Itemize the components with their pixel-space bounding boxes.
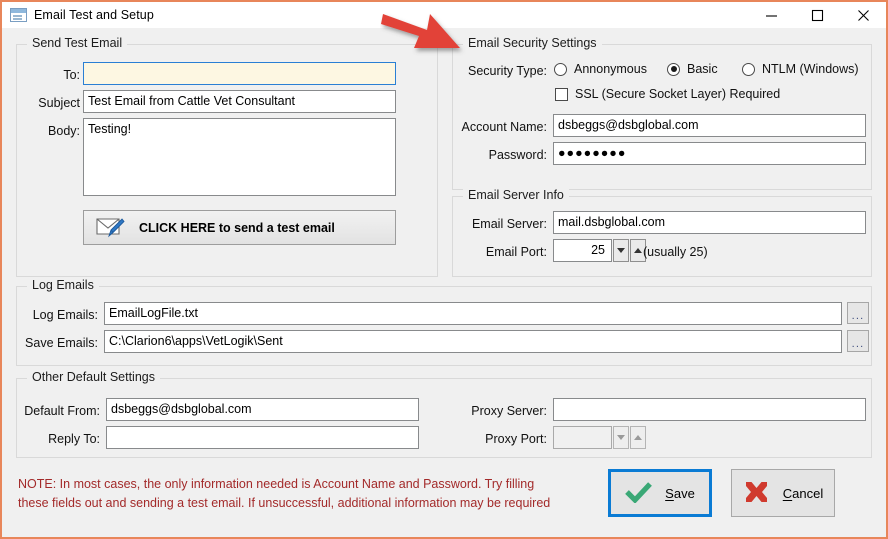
subject-label: Subject xyxy=(38,96,80,110)
proxy-port-input[interactable] xyxy=(553,426,612,449)
radio-ntlm-label: NTLM (Windows) xyxy=(762,62,859,76)
chevron-up-icon xyxy=(634,435,642,440)
maximize-icon[interactable] xyxy=(794,2,840,28)
proxy-port-dropdown-button[interactable] xyxy=(613,426,629,449)
group-title-email-security: Email Security Settings xyxy=(463,36,602,50)
cancel-label-rest: ancel xyxy=(792,485,824,501)
email-setup-window: Email Test and Setup Send Test Email To:… xyxy=(0,0,888,539)
account-name-label: Account Name: xyxy=(461,120,547,134)
log-emails-input[interactable]: EmailLogFile.txt xyxy=(104,302,842,325)
window-app-icon xyxy=(10,8,27,22)
body-label: Body: xyxy=(48,124,80,138)
log-emails-browse-button[interactable]: ... xyxy=(847,302,869,324)
send-test-email-button[interactable]: CLICK HERE to send a test email xyxy=(83,210,396,245)
envelope-pen-icon xyxy=(95,214,125,241)
log-emails-label: Log Emails: xyxy=(32,308,98,322)
window-title: Email Test and Setup xyxy=(34,8,154,22)
email-port-spinner[interactable]: 25 xyxy=(553,239,646,262)
red-x-icon xyxy=(743,480,770,507)
to-label: To: xyxy=(63,68,80,82)
cancel-button-label: Cancel xyxy=(783,486,823,501)
red-annotation-arrow xyxy=(380,6,470,58)
checkbox-ssl-label: SSL (Secure Socket Layer) Required xyxy=(575,87,781,101)
checkbox-ssl-box[interactable] xyxy=(555,87,568,101)
radio-anonymous-circle[interactable] xyxy=(554,62,567,76)
password-label: Password: xyxy=(488,148,547,162)
close-icon[interactable] xyxy=(840,2,886,28)
email-server-label: Email Server: xyxy=(471,217,547,231)
email-port-hint: (usually 25) xyxy=(643,245,708,259)
save-button[interactable]: Save xyxy=(608,469,712,517)
save-accesskey: S xyxy=(665,485,674,501)
save-emails-input[interactable]: C:\Clarion6\apps\VetLogik\Sent xyxy=(104,330,842,353)
email-port-dropdown-button[interactable] xyxy=(613,239,629,262)
log-emails-browse-label: ... xyxy=(851,310,865,322)
chevron-down-icon xyxy=(617,248,625,253)
email-port-input[interactable]: 25 xyxy=(553,239,612,262)
save-label-rest: ave xyxy=(673,485,695,501)
cancel-button[interactable]: Cancel xyxy=(731,469,835,517)
body-textarea[interactable]: Testing! xyxy=(83,118,396,196)
proxy-port-label: Proxy Port: xyxy=(485,432,547,446)
group-title-log-emails: Log Emails xyxy=(27,278,99,292)
proxy-server-input[interactable] xyxy=(553,398,866,421)
account-name-input[interactable]: dsbeggs@dsbglobal.com xyxy=(553,114,866,137)
chevron-up-icon xyxy=(634,248,642,253)
green-check-icon xyxy=(625,481,653,506)
default-from-input[interactable]: dsbeggs@dsbglobal.com xyxy=(106,398,419,421)
reply-to-input[interactable] xyxy=(106,426,419,449)
send-test-email-label: CLICK HERE to send a test email xyxy=(139,220,335,235)
proxy-port-increment-button[interactable] xyxy=(630,426,646,449)
save-button-label: Save xyxy=(665,486,695,501)
proxy-server-label: Proxy Server: xyxy=(471,404,547,418)
group-title-email-server: Email Server Info xyxy=(463,188,569,202)
security-type-label: Security Type: xyxy=(468,64,547,78)
proxy-port-spinner[interactable] xyxy=(553,426,646,449)
client-area: Send Test Email To: Subject Test Email f… xyxy=(4,28,884,537)
password-input[interactable]: ●●●●●●●● xyxy=(553,142,866,165)
subject-input[interactable]: Test Email from Cattle Vet Consultant xyxy=(83,90,396,113)
group-title-other-defaults: Other Default Settings xyxy=(27,370,160,384)
save-emails-browse-button[interactable]: ... xyxy=(847,330,869,352)
to-input[interactable] xyxy=(83,62,396,85)
footer-note: NOTE: In most cases, the only informatio… xyxy=(18,477,551,510)
radio-ntlm[interactable]: NTLM (Windows) xyxy=(742,62,859,76)
minimize-icon[interactable] xyxy=(748,2,794,28)
radio-anonymous[interactable]: Annonymous xyxy=(554,62,647,76)
group-email-server: Email Server Info xyxy=(452,188,872,277)
save-emails-label: Save Emails: xyxy=(25,336,98,350)
email-server-input[interactable]: mail.dsbglobal.com xyxy=(553,211,866,234)
radio-basic-label: Basic xyxy=(687,62,718,76)
radio-basic[interactable]: Basic xyxy=(667,62,718,76)
cancel-accesskey: C xyxy=(782,485,793,501)
radio-anonymous-label: Annonymous xyxy=(574,62,647,76)
group-log-emails: Log Emails xyxy=(16,278,872,366)
default-from-label: Default From: xyxy=(24,404,100,418)
radio-basic-circle[interactable] xyxy=(667,62,680,76)
checkbox-ssl[interactable]: SSL (Secure Socket Layer) Required xyxy=(555,87,780,101)
chevron-down-icon xyxy=(617,435,625,440)
arrow-shape xyxy=(381,14,460,48)
radio-ntlm-circle[interactable] xyxy=(742,62,755,76)
reply-to-label: Reply To: xyxy=(48,432,100,446)
email-port-label: Email Port: xyxy=(485,245,547,259)
save-emails-browse-label: ... xyxy=(851,338,865,350)
group-title-send-test-email: Send Test Email xyxy=(27,36,128,50)
window-controls xyxy=(748,2,886,28)
